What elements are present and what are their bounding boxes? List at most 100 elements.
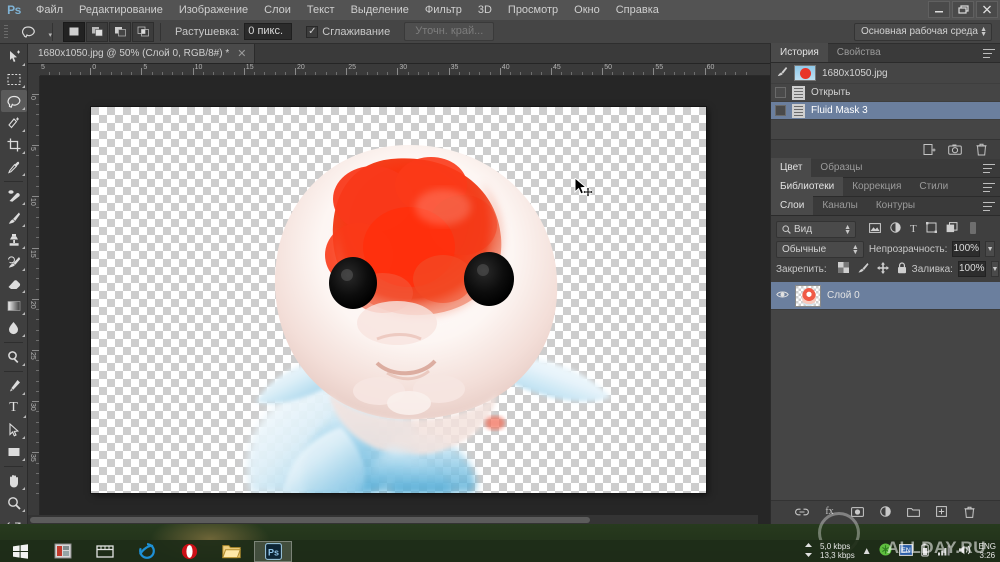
lock-all-icon[interactable] xyxy=(897,262,907,277)
tab-color[interactable]: Цвет xyxy=(771,158,811,177)
taskbar-item-file-explorer[interactable] xyxy=(212,541,250,562)
minimize-button[interactable] xyxy=(928,1,950,18)
tab-swatches[interactable]: Образцы xyxy=(811,158,871,177)
refine-edge-button[interactable]: Уточн. край... xyxy=(404,22,494,41)
history-panel-menu-icon[interactable] xyxy=(983,49,995,58)
history-brush-tool[interactable] xyxy=(1,251,27,273)
taskbar-item-photoshop[interactable]: Ps xyxy=(254,541,292,562)
document-tab-close-icon[interactable]: ✕ xyxy=(237,47,246,60)
fill-chevron-icon[interactable]: ▼ xyxy=(991,261,1000,277)
rectangular-marquee-tool[interactable] xyxy=(1,68,27,90)
history-state-toggle[interactable] xyxy=(775,105,786,116)
document-tab[interactable]: 1680x1050.jpg @ 50% (Слой 0, RGB/8#) * ✕ xyxy=(28,44,255,63)
canvas-horizontal-scrollbar[interactable] xyxy=(28,515,758,524)
tab-paths[interactable]: Контуры xyxy=(867,196,924,215)
layer-name[interactable]: Слой 0 xyxy=(827,290,860,301)
show-hidden-icons-icon[interactable]: ▲ xyxy=(862,546,872,557)
menu-edit[interactable]: Редактирование xyxy=(71,0,171,20)
filter-pixel-icon[interactable] xyxy=(869,223,881,236)
opacity-value[interactable]: 100% xyxy=(952,241,980,257)
filter-smart-icon[interactable] xyxy=(946,222,958,236)
antialias-checkbox[interactable]: ✓ Сглаживание xyxy=(306,26,390,38)
network-icon[interactable] xyxy=(937,544,951,559)
history-brush-source-icon[interactable] xyxy=(775,66,788,81)
opacity-chevron-icon[interactable]: ▼ xyxy=(985,241,995,257)
vertical-ruler[interactable]: 05101520253035 xyxy=(28,76,40,524)
history-state-open[interactable]: Открыть xyxy=(771,84,1000,102)
tab-properties[interactable]: Свойства xyxy=(828,43,890,62)
history-snapshot-row[interactable]: 1680x1050.jpg xyxy=(771,63,1000,84)
layer-row[interactable]: Слой 0 xyxy=(771,282,1000,310)
taskbar-item-internet-explorer[interactable] xyxy=(128,541,166,562)
menu-filter[interactable]: Фильтр xyxy=(417,0,470,20)
quick-selection-tool[interactable] xyxy=(1,112,27,134)
spot-healing-brush-tool[interactable] xyxy=(1,185,27,207)
color-panel-menu-icon[interactable] xyxy=(983,164,995,173)
antivirus-icon[interactable] xyxy=(879,543,892,559)
move-tool[interactable] xyxy=(1,46,27,68)
history-state-toggle[interactable] xyxy=(775,87,786,98)
volume-icon[interactable] xyxy=(958,544,972,559)
brush-tool[interactable] xyxy=(1,207,27,229)
artboard[interactable] xyxy=(91,107,706,493)
windows-start-button[interactable] xyxy=(0,540,40,562)
horizontal-ruler[interactable]: 5051015202530354045505560 xyxy=(28,64,770,76)
feather-input[interactable]: 0 пикс. xyxy=(244,23,292,40)
tab-styles[interactable]: Стили xyxy=(910,177,957,196)
taskbar-item-store[interactable] xyxy=(86,541,124,562)
canvas-area[interactable] xyxy=(40,76,770,524)
lasso-tool[interactable] xyxy=(1,90,27,112)
zoom-tool[interactable] xyxy=(1,492,27,514)
menu-type[interactable]: Текст xyxy=(299,0,343,20)
new-fill-layer-icon[interactable] xyxy=(879,505,893,519)
fill-value[interactable]: 100% xyxy=(958,261,986,277)
link-layers-icon[interactable] xyxy=(795,505,809,519)
clone-stamp-tool[interactable] xyxy=(1,229,27,251)
layer-filter-toggle[interactable] xyxy=(969,221,977,238)
crop-tool[interactable] xyxy=(1,134,27,156)
gradient-tool[interactable] xyxy=(1,295,27,317)
eraser-tool[interactable] xyxy=(1,273,27,295)
path-selection-tool[interactable] xyxy=(1,419,27,441)
dodge-tool[interactable] xyxy=(1,346,27,368)
delete-layer-icon[interactable] xyxy=(963,505,977,519)
new-selection-button[interactable] xyxy=(63,22,85,42)
filter-type-icon[interactable]: T xyxy=(910,223,917,235)
layer-filter-select[interactable]: Вид ▲▼ xyxy=(776,221,856,238)
eyedropper-tool[interactable] xyxy=(1,156,27,178)
lock-image-pixels-icon[interactable] xyxy=(857,262,869,277)
new-layer-icon[interactable] xyxy=(935,505,949,519)
tab-history[interactable]: История xyxy=(771,43,828,62)
tab-adjustments[interactable]: Коррекция xyxy=(843,177,910,196)
add-to-selection-button[interactable] xyxy=(86,22,108,42)
language-bar-icon[interactable]: EN xyxy=(899,544,913,559)
hand-tool[interactable] xyxy=(1,470,27,492)
menu-3d[interactable]: 3D xyxy=(470,0,500,20)
tab-layers[interactable]: Слои xyxy=(771,196,813,215)
history-state-fluidmask[interactable]: Fluid Mask 3 xyxy=(771,102,1000,120)
filter-shape-icon[interactable] xyxy=(926,222,937,236)
layers-panel-menu-icon[interactable] xyxy=(983,202,995,211)
restore-button[interactable] xyxy=(952,1,974,18)
battery-icon[interactable] xyxy=(920,543,930,560)
taskbar-item-pinned-app[interactable] xyxy=(44,541,82,562)
delete-state-icon[interactable] xyxy=(974,143,988,157)
create-document-from-state-icon[interactable] xyxy=(922,143,936,157)
lock-transparent-pixels-icon[interactable] xyxy=(838,262,849,276)
blend-mode-select[interactable]: Обычные ▲▼ xyxy=(776,241,864,258)
taskbar-item-opera[interactable] xyxy=(170,541,208,562)
menu-file[interactable]: Файл xyxy=(28,0,71,20)
workspace-selector[interactable]: Основная рабочая среда ▲▼ xyxy=(854,23,992,41)
menu-select[interactable]: Выделение xyxy=(343,0,417,20)
options-bar-grip[interactable] xyxy=(2,20,10,44)
tab-libraries[interactable]: Библиотеки xyxy=(771,177,843,196)
lasso-tool-preset-icon[interactable]: ▾ xyxy=(12,21,46,43)
menu-image[interactable]: Изображение xyxy=(171,0,256,20)
scrollbar-thumb[interactable] xyxy=(30,517,590,523)
type-tool[interactable]: T xyxy=(1,397,27,419)
blur-tool[interactable] xyxy=(1,317,27,339)
tab-channels[interactable]: Каналы xyxy=(813,196,867,215)
lock-position-icon[interactable] xyxy=(877,262,889,277)
layer-visibility-icon[interactable] xyxy=(775,290,789,302)
intersect-selection-button[interactable] xyxy=(132,22,154,42)
